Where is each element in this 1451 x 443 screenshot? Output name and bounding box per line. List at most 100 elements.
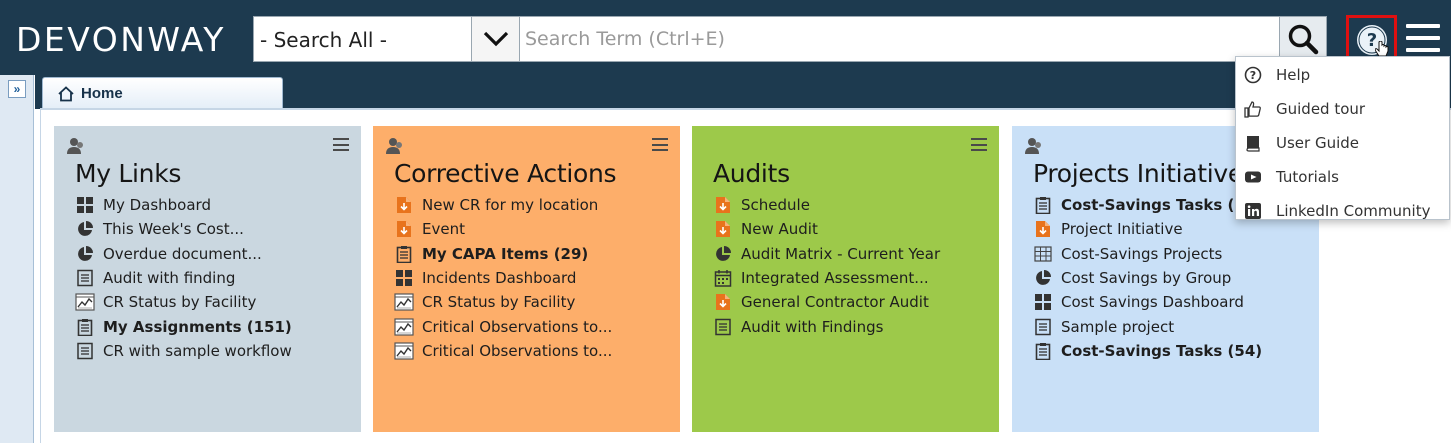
report-chart-icon <box>394 342 414 360</box>
card-link-label: My Dashboard <box>103 196 211 215</box>
devonway-logo[interactable]: DEVONWAY <box>16 20 226 59</box>
menu-item-tutorials[interactable]: Tutorials <box>1236 161 1449 193</box>
chevron-down-icon <box>483 31 508 47</box>
card-link-label: Cost-Savings Tasks (54) <box>1061 341 1263 360</box>
card-link-label: CR with sample workflow <box>103 341 292 360</box>
dashboard-icon <box>394 269 414 287</box>
card-link-item[interactable]: Integrated Assessment... <box>713 266 940 290</box>
menu-item-guided-tour[interactable]: Guided tour <box>1236 93 1449 125</box>
card-link-item[interactable]: Cost Savings by Group <box>1033 266 1262 290</box>
menu-item-label: User Guide <box>1276 134 1360 152</box>
card-link-label: Event <box>422 220 465 239</box>
card-link-label: Cost Savings by Group <box>1061 269 1232 288</box>
search-scope-select[interactable]: - Search All - <box>253 16 472 62</box>
card-link-label: My Assignments (151) <box>103 317 292 336</box>
card-link-list: Cost-Savings Tasks (54) Project Initiativ… <box>1033 193 1262 363</box>
menu-item-label: Guided tour <box>1276 100 1366 118</box>
card-link-label: Project Initiative <box>1061 220 1183 239</box>
search-icon <box>1288 24 1319 55</box>
pie-chart-icon <box>75 220 95 238</box>
card-link-label: This Week's Cost... <box>103 220 244 239</box>
card-link-item[interactable]: CR Status by Facility <box>75 290 292 314</box>
report-chart-icon <box>75 293 95 311</box>
search-input[interactable] <box>525 28 1274 50</box>
menu-item-label: LinkedIn Community <box>1276 202 1431 220</box>
card-link-list: New CR for my location Event My CAPA Items… <box>394 193 612 363</box>
form-icon <box>394 220 414 238</box>
search-scope-dropdown-button[interactable] <box>471 16 520 62</box>
card-link-item[interactable]: Audit Matrix - Current Year <box>713 242 940 266</box>
card-link-item[interactable]: Schedule <box>713 193 940 217</box>
card-link-label: Critical Observations to... <box>422 317 613 336</box>
help-dropdown-menu: ? Help Guided tour User Guide Tutorials … <box>1235 56 1450 220</box>
hamburger-menu-icon[interactable] <box>1406 24 1440 52</box>
menu-item-help[interactable]: ? Help <box>1236 59 1449 91</box>
clipboard-icon <box>1033 196 1053 215</box>
card-menu-icon[interactable] <box>652 138 668 151</box>
card-link-item[interactable]: Critical Observations to... <box>394 314 612 338</box>
card-link-label: Sample project <box>1061 317 1175 336</box>
expand-sidebar-icon[interactable]: » <box>8 80 26 98</box>
svg-text:?: ? <box>1250 69 1256 82</box>
card-link-item[interactable]: My CAPA Items (29) <box>394 242 612 266</box>
menu-item-linkedin-community[interactable]: LinkedIn Community <box>1236 195 1449 227</box>
list-icon <box>1033 318 1053 336</box>
tab-home-label: Home <box>81 85 123 102</box>
card-link-item[interactable]: New Audit <box>713 217 940 241</box>
card-link-item[interactable]: Cost-Savings Tasks (54) <box>1033 339 1262 363</box>
card-link-list: My Dashboard This Week's Cost... Overdue d… <box>75 193 292 363</box>
card-link-label: Audit Matrix - Current Year <box>741 244 941 263</box>
card-link-item[interactable]: New CR for my location <box>394 193 612 217</box>
card-link-item[interactable]: My Assignments (151) <box>75 314 292 338</box>
form-icon <box>713 293 733 311</box>
card-link-label: Incidents Dashboard <box>422 269 577 288</box>
pie-chart-icon <box>75 245 95 263</box>
pie-chart-icon <box>713 245 733 263</box>
youtube-icon <box>1245 171 1261 183</box>
card-link-label: Audit with finding <box>103 269 236 288</box>
card-link-item[interactable]: This Week's Cost... <box>75 217 292 241</box>
dashboard-icon <box>75 196 95 214</box>
card-link-item[interactable]: Cost-Savings Projects <box>1033 242 1262 266</box>
user-icon <box>386 138 402 154</box>
card-link-item[interactable]: Overdue document... <box>75 242 292 266</box>
thumbs-up-icon <box>1244 101 1261 118</box>
form-icon <box>1033 220 1053 238</box>
card-title: Projects Initiatives <box>1033 159 1256 188</box>
card-menu-icon[interactable] <box>333 138 349 151</box>
card-link-item[interactable]: CR with sample workflow <box>75 339 292 363</box>
user-icon <box>1025 138 1041 154</box>
help-icon: ? <box>1356 24 1388 56</box>
card-link-item[interactable]: Critical Observations to... <box>394 339 612 363</box>
table-icon <box>1033 246 1053 262</box>
card-link-item[interactable]: Cost Savings Dashboard <box>1033 290 1262 314</box>
card-link-label: CR Status by Facility <box>422 293 576 312</box>
card-link-item[interactable]: Audit with finding <box>75 266 292 290</box>
card-menu-icon[interactable] <box>971 138 987 151</box>
card-audits: Audits Schedule New Audit Audit Matrix - C… <box>692 126 999 432</box>
tab-home[interactable]: Home <box>42 77 283 109</box>
top-header: DEVONWAY - Search All - ? <box>0 0 1451 75</box>
card-link-item[interactable]: Incidents Dashboard <box>394 266 612 290</box>
clipboard-icon <box>75 318 95 336</box>
card-link-item[interactable]: Audit with Findings <box>713 314 940 338</box>
card-link-item[interactable]: Event <box>394 217 612 241</box>
question-circle-icon: ? <box>1244 66 1262 84</box>
card-link-item[interactable]: General Contractor Audit <box>713 290 940 314</box>
card-link-item[interactable]: CR Status by Facility <box>394 290 612 314</box>
pie-chart-icon <box>1033 269 1053 287</box>
card-link-item[interactable]: Cost-Savings Tasks (54) <box>1033 193 1262 217</box>
list-icon <box>75 342 95 360</box>
card-link-label: Cost Savings Dashboard <box>1061 293 1244 312</box>
card-link-label: New CR for my location <box>422 196 599 215</box>
menu-item-user-guide[interactable]: User Guide <box>1236 127 1449 159</box>
card-link-item[interactable]: Sample project <box>1033 314 1262 338</box>
card-title: My Links <box>75 159 182 188</box>
card-my-links: My Links My Dashboard This Week's Cost...… <box>54 126 361 432</box>
menu-item-label: Help <box>1276 66 1311 84</box>
card-link-item[interactable]: Project Initiative <box>1033 217 1262 241</box>
card-link-label: Audit with Findings <box>741 317 884 336</box>
card-link-label: Overdue document... <box>103 244 262 263</box>
card-link-item[interactable]: My Dashboard <box>75 193 292 217</box>
search-term-field[interactable] <box>519 16 1280 62</box>
